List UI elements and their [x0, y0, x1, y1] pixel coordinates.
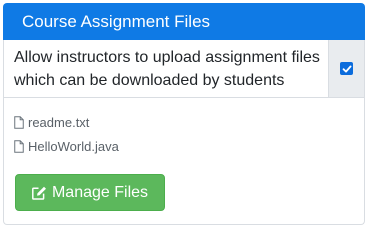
edit-icon — [32, 186, 46, 200]
card-body: readme.txt HelloWorld.java Manage Files — [3, 98, 365, 225]
manage-files-label: Manage Files — [51, 183, 149, 201]
checkmark-icon — [342, 65, 351, 72]
file-name: readme.txt — [28, 115, 90, 130]
file-item[interactable]: readme.txt — [14, 115, 89, 130]
upload-option-label: Allow instructors to upload assignment f… — [4, 40, 328, 97]
upload-option-checkbox-cell — [328, 40, 364, 97]
card-header: Course Assignment Files — [3, 3, 365, 40]
upload-option-checkbox[interactable] — [340, 62, 353, 75]
file-icon — [14, 140, 24, 153]
upload-option-label-line2: which can be downloaded by students — [14, 72, 285, 89]
file-icon — [14, 116, 24, 129]
assignment-files-panel: Course Assignment Files Allow instructor… — [0, 0, 370, 230]
upload-option-label-line1: Allow instructors to upload assignment f… — [14, 49, 320, 66]
upload-option-row: Allow instructors to upload assignment f… — [3, 40, 365, 98]
file-name: HelloWorld.java — [28, 139, 119, 154]
manage-files-button[interactable]: Manage Files — [15, 174, 165, 211]
card-title: Course Assignment Files — [22, 11, 211, 31]
file-item[interactable]: HelloWorld.java — [14, 139, 119, 154]
